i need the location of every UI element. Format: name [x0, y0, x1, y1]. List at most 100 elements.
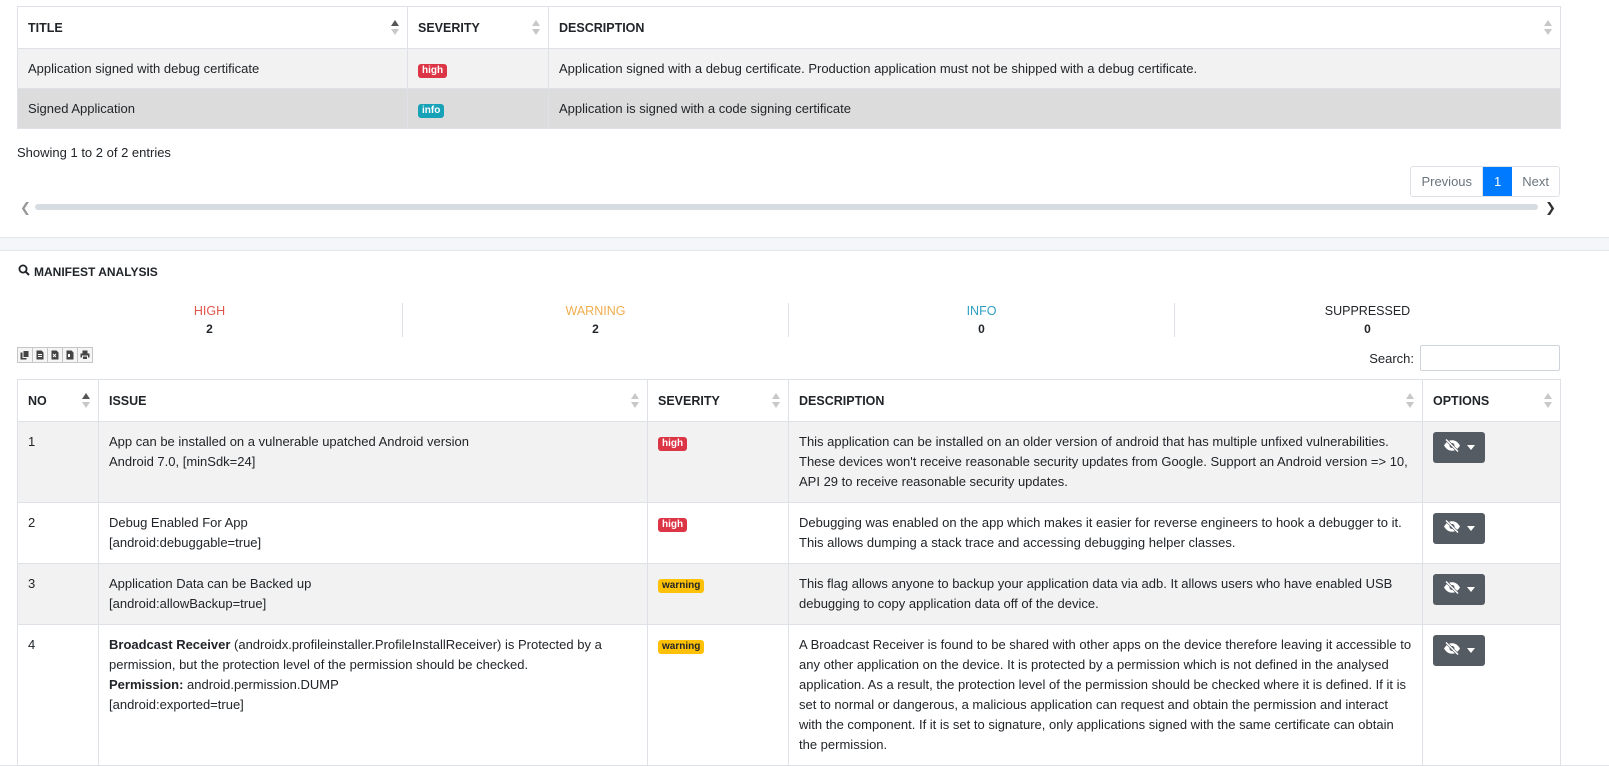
stat-info-label: INFO — [966, 304, 997, 318]
scroll-left-icon[interactable]: ❮ — [20, 200, 31, 216]
issue-detail: Android 7.0, [minSdk=24] — [109, 454, 256, 469]
column-header-severity[interactable]: SEVERITY — [407, 6, 549, 49]
stat-info-count: 0 — [978, 322, 985, 336]
certificate-table: TITLE SEVERITY DESCRIPTION Application s… — [17, 6, 1561, 129]
cell-description: This flag allows anyone to backup your a… — [788, 563, 1423, 625]
scroll-right-icon[interactable]: ❯ — [1545, 200, 1556, 216]
eye-slash-icon — [1443, 438, 1461, 458]
chevron-down-icon — [1467, 526, 1475, 531]
stat-info: INFO 0 — [789, 303, 1175, 337]
sort-icon — [631, 393, 639, 409]
issue-title: Broadcast Receiver (androidx.profileinst… — [109, 635, 637, 675]
stat-suppressed-count: 0 — [1364, 322, 1371, 336]
horizontal-scrollbar[interactable]: ❮ ❯ — [17, 200, 1560, 216]
manifest-table: NO ISSUE SEVERITY DESCRIPTION OPTIONS 1 … — [17, 379, 1561, 766]
eye-slash-icon — [1443, 580, 1461, 600]
severity-badge: high — [418, 63, 448, 78]
eye-slash-icon — [1443, 641, 1461, 661]
next-button[interactable]: Next — [1512, 167, 1559, 196]
stat-high-label: HIGH — [193, 304, 226, 318]
cell-description: Application is signed with a code signin… — [548, 88, 1561, 129]
stat-high-count: 2 — [206, 322, 213, 336]
search-label: Search: — [1369, 350, 1414, 366]
stat-warning-label: WARNING — [565, 304, 626, 318]
table-row: 2 Debug Enabled For App [android:debuggab… — [17, 502, 1561, 564]
issue-detail: [android:exported=true] — [109, 697, 244, 712]
cell-no: 1 — [17, 421, 99, 503]
previous-button[interactable]: Previous — [1411, 167, 1484, 196]
print-icon[interactable] — [77, 347, 93, 363]
table-row: Signed Application info Application is s… — [17, 88, 1561, 129]
permission-value: android.permission.DUMP — [183, 677, 339, 692]
cell-severity: high — [647, 421, 789, 503]
column-header-title[interactable]: TITLE — [17, 6, 408, 49]
issue-detail: [android:allowBackup=true] — [109, 596, 267, 611]
eye-slash-icon — [1443, 519, 1461, 539]
cell-issue: Debug Enabled For App [android:debuggable… — [98, 502, 648, 564]
column-header-severity[interactable]: SEVERITY — [647, 379, 789, 422]
sort-icon — [532, 20, 540, 36]
severity-badge: info — [418, 103, 445, 118]
sort-icon — [82, 393, 90, 409]
cell-options — [1422, 421, 1561, 503]
certificate-analysis-card: TITLE SEVERITY DESCRIPTION Application s… — [0, 0, 1609, 238]
entries-info: Showing 1 to 2 of 2 entries — [17, 145, 171, 160]
table-row: 4 Broadcast Receiver (androidx.profilein… — [17, 624, 1561, 766]
issue-component-type: Broadcast Receiver — [109, 637, 231, 652]
suppress-dropdown-button[interactable] — [1433, 635, 1485, 666]
section-title: MANIFEST ANALYSIS — [18, 264, 158, 279]
issue-title: App can be installed on a vulnerable upa… — [109, 434, 469, 449]
section-title-text: MANIFEST ANALYSIS — [34, 264, 158, 279]
severity-summary: HIGH 2 WARNING 2 INFO 0 SUPPRESSED 0 — [17, 303, 1560, 337]
table-search: Search: — [1369, 345, 1560, 371]
scrollbar-thumb[interactable] — [35, 204, 1538, 210]
sort-icon — [772, 393, 780, 409]
manifest-analysis-card: MANIFEST ANALYSIS HIGH 2 WARNING 2 INFO … — [0, 250, 1609, 766]
suppress-dropdown-button[interactable] — [1433, 432, 1485, 463]
excel-icon[interactable] — [47, 347, 63, 363]
issue-title: Debug Enabled For App — [109, 515, 248, 530]
severity-badge: warning — [658, 640, 705, 654]
cell-description: A Broadcast Receiver is found to be shar… — [788, 624, 1423, 766]
suppress-dropdown-button[interactable] — [1433, 574, 1485, 605]
column-header-no[interactable]: NO — [17, 379, 99, 422]
cell-options — [1422, 624, 1561, 766]
search-input[interactable] — [1420, 345, 1560, 371]
severity-badge: high — [658, 437, 688, 451]
cell-no: 3 — [17, 563, 99, 625]
csv-icon[interactable] — [32, 347, 48, 363]
stat-high: HIGH 2 — [17, 303, 403, 337]
stat-warning-count: 2 — [592, 322, 599, 336]
cell-issue: Application Data can be Backed up [androi… — [98, 563, 648, 625]
issue-detail: [android:debuggable=true] — [109, 535, 262, 550]
column-header-options[interactable]: OPTIONS — [1422, 379, 1561, 422]
chevron-down-icon — [1467, 648, 1475, 653]
cell-severity: warning — [647, 624, 789, 766]
copy-icon[interactable] — [17, 347, 33, 363]
search-icon — [18, 264, 30, 279]
suppress-dropdown-button[interactable] — [1433, 513, 1485, 544]
cell-severity: high — [407, 48, 549, 89]
table-row: 1 App can be installed on a vulnerable u… — [17, 421, 1561, 503]
page-1-button[interactable]: 1 — [1483, 167, 1513, 196]
pdf-icon[interactable] — [62, 347, 78, 363]
cell-title: Application signed with debug certificat… — [17, 48, 408, 89]
column-header-issue[interactable]: ISSUE — [98, 379, 648, 422]
sort-icon — [1406, 393, 1414, 409]
sort-icon — [1544, 20, 1552, 36]
sort-icon — [1544, 393, 1552, 409]
cell-options — [1422, 563, 1561, 625]
stat-suppressed-label: SUPPRESSED — [1324, 304, 1411, 318]
sort-icon — [391, 20, 399, 36]
stat-suppressed: SUPPRESSED 0 — [1175, 303, 1560, 337]
export-buttons — [17, 347, 93, 363]
table-header-row: TITLE SEVERITY DESCRIPTION — [17, 6, 1561, 49]
cell-severity: info — [407, 88, 549, 129]
issue-title: Application Data can be Backed up — [109, 576, 312, 591]
permission-label: Permission: — [109, 677, 184, 692]
table-row: 3 Application Data can be Backed up [andr… — [17, 563, 1561, 625]
stat-warning: WARNING 2 — [403, 303, 789, 337]
pagination: Previous 1 Next — [1410, 166, 1560, 197]
column-header-description[interactable]: DESCRIPTION — [788, 379, 1423, 422]
column-header-description[interactable]: DESCRIPTION — [548, 6, 1561, 49]
